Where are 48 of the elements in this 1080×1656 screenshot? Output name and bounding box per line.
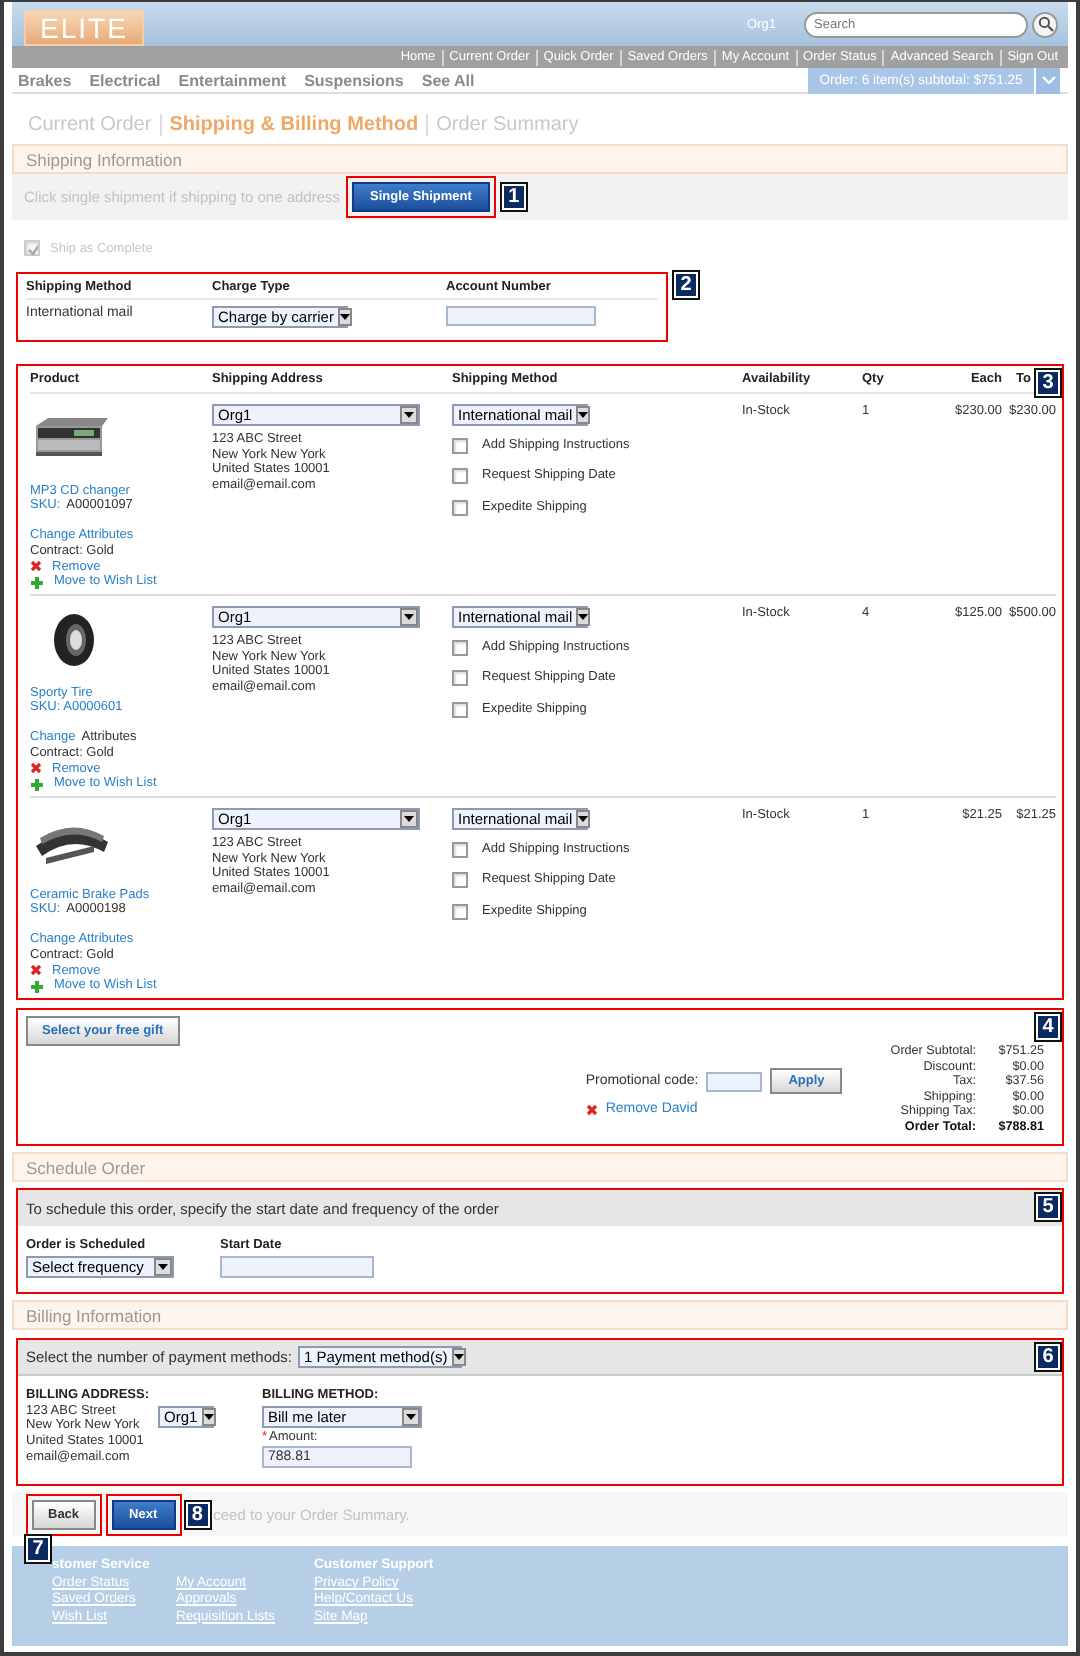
input-field[interactable] (706, 1071, 763, 1091)
category-link[interactable]: Electrical (89, 71, 161, 89)
checkbox[interactable] (452, 841, 468, 858)
remove-icon (585, 1103, 598, 1115)
step-marker: 8 (185, 1501, 210, 1527)
step-marker: 3 (1036, 370, 1060, 396)
step-marker: 7 (26, 1536, 50, 1562)
step-marker: 2 (674, 272, 698, 298)
category-link[interactable]: Entertainment (178, 71, 287, 89)
checkbox[interactable] (452, 872, 468, 889)
caret-icon (576, 608, 591, 626)
caret-icon (400, 608, 418, 626)
caret-icon (201, 1408, 216, 1426)
plus-icon (30, 777, 44, 792)
plus-icon (30, 575, 44, 590)
caret-icon (402, 1407, 420, 1426)
caret-icon (400, 810, 418, 828)
checkbox[interactable] (452, 903, 468, 920)
category-link[interactable]: Brakes (18, 71, 72, 89)
step-marker: 1 (501, 184, 526, 210)
category-link[interactable]: Suspensions (304, 71, 404, 89)
checkbox[interactable] (452, 468, 468, 485)
step-marker: 4 (1036, 1014, 1060, 1040)
caret-icon (576, 406, 591, 424)
input-field[interactable] (446, 306, 596, 326)
section-header: Shipping Information (12, 144, 1068, 174)
remove-icon (30, 964, 42, 977)
caret-icon (400, 406, 418, 424)
caret-icon (337, 308, 352, 326)
section-header: Billing Information (12, 1300, 1068, 1330)
step-marker: 6 (1036, 1344, 1060, 1370)
plus-icon (30, 979, 44, 994)
checkbox[interactable] (452, 701, 468, 718)
checkbox[interactable] (452, 639, 468, 656)
caret-icon (154, 1258, 172, 1276)
checkbox[interactable] (452, 670, 468, 687)
caret-icon (576, 810, 591, 828)
checkbox[interactable] (452, 499, 468, 516)
input-field[interactable] (220, 1256, 374, 1278)
chevron-down-icon[interactable] (1034, 67, 1060, 93)
caret-icon (451, 1348, 466, 1366)
checkbox[interactable] (452, 437, 468, 454)
category-link[interactable]: See All (421, 71, 475, 89)
step-marker: 5 (1036, 1194, 1060, 1220)
search-button[interactable] (1032, 11, 1058, 37)
remove-icon (30, 762, 42, 775)
remove-icon (30, 560, 42, 573)
section-header: Schedule Order (12, 1152, 1068, 1182)
